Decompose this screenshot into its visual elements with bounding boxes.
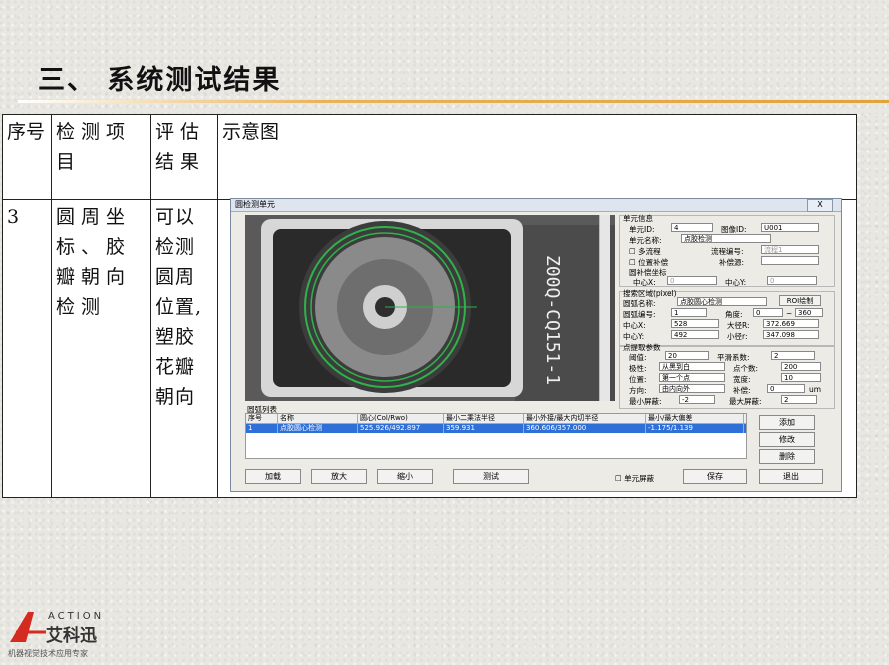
- edit-button[interactable]: 修改: [759, 432, 815, 447]
- col-min-max-radius: 最小外接/最大内切半径: [524, 414, 646, 423]
- col-deviation: 最小/最大偏差: [646, 414, 744, 423]
- comp-cx-label: 中心X:: [633, 278, 656, 287]
- polarity-select[interactable]: 从黑到白: [659, 362, 725, 371]
- offset-unit: um: [809, 385, 822, 394]
- exit-button[interactable]: 退出: [759, 469, 823, 484]
- title-divider: [18, 100, 889, 103]
- camera-image-view[interactable]: Z00Q-CQ151-1: [245, 215, 615, 401]
- arc-list[interactable]: 序号 名称 圆心(Col/Rwo) 最小二乘法半径 最小外接/最大内切半径 最小…: [245, 413, 747, 459]
- npoints-field[interactable]: 200: [781, 362, 821, 371]
- header-diagram: 示意图: [217, 114, 857, 200]
- camera-image: Z00Q-CQ151-1: [245, 215, 615, 401]
- zoom-in-button[interactable]: 放大: [311, 469, 367, 484]
- angle-to-field[interactable]: 360: [795, 308, 823, 317]
- arc-name-label: 圆弧名称:: [623, 299, 656, 308]
- add-button[interactable]: 添加: [759, 415, 815, 430]
- minmask-label: 最小屏蔽:: [629, 397, 662, 406]
- offset-field[interactable]: 0: [767, 384, 805, 393]
- position-label: 位置:: [629, 375, 647, 384]
- col-name: 名称: [278, 414, 358, 423]
- image-scrollbar[interactable]: [599, 215, 610, 401]
- width-label: 宽度:: [733, 375, 751, 384]
- angle-label: 角度:: [725, 310, 743, 319]
- svg-text:ACTION: ACTION: [48, 611, 104, 622]
- unit-name-label: 单元名称:: [629, 236, 662, 245]
- npoints-label: 点个数:: [733, 364, 759, 373]
- comp-cy-label: 中心Y:: [725, 278, 747, 287]
- maxmask-field[interactable]: 2: [781, 395, 817, 404]
- company-logo: ACTION 艾科迅 机器视觉技术应用专家: [6, 608, 131, 664]
- angle-from-field[interactable]: 0: [753, 308, 783, 317]
- load-button[interactable]: 加载: [245, 469, 301, 484]
- image-id-select[interactable]: U001: [761, 223, 819, 232]
- sensor-marking: Z00Q-CQ151-1: [542, 255, 563, 385]
- dialog-title: 圆检测单元: [235, 200, 275, 209]
- header-seq: 序号: [2, 114, 52, 200]
- rmin-field[interactable]: 347.098: [763, 330, 819, 339]
- offset-label: 补偿:: [733, 386, 751, 395]
- multi-flow-checkbox[interactable]: ☐ 多流程: [629, 246, 661, 257]
- rmin-label: 小径r:: [727, 332, 748, 341]
- dialog-titlebar: 圆检测单元 X: [231, 199, 841, 212]
- thresh-field[interactable]: 20: [665, 351, 709, 360]
- center-y-field[interactable]: 492: [671, 330, 719, 339]
- position-select[interactable]: 第一个点: [659, 373, 725, 382]
- thresh-label: 阈值:: [629, 353, 647, 362]
- delete-button[interactable]: 删除: [759, 449, 815, 464]
- comp-cx-field[interactable]: 0: [667, 276, 717, 285]
- col-center: 圆心(Col/Rwo): [358, 414, 444, 423]
- header-result: 评估结果: [150, 114, 218, 200]
- center-x-label: 中心X:: [623, 321, 646, 330]
- unit-id-label: 单元ID:: [629, 225, 655, 234]
- test-button[interactable]: 测试: [453, 469, 529, 484]
- minmask-field[interactable]: -2: [679, 395, 715, 404]
- comp-cy-field[interactable]: 0: [767, 276, 817, 285]
- logo-mark: ACTION 艾科迅 机器视觉技术应用专家: [8, 611, 104, 658]
- svg-text:机器视觉技术应用专家: 机器视觉技术应用专家: [8, 648, 88, 658]
- smooth-field[interactable]: 2: [771, 351, 815, 360]
- circle-detection-dialog: 圆检测单元 X Z00Q-CQ151-1 单元信息 单元ID: 4 图像ID: …: [230, 198, 842, 492]
- col-seq: 序号: [246, 414, 278, 423]
- unit-name-field[interactable]: 点胶检测: [681, 234, 771, 243]
- svg-text:艾科迅: 艾科迅: [46, 625, 97, 646]
- flow-no-label: 流程编号:: [711, 247, 744, 256]
- direction-select[interactable]: 由内向外: [659, 384, 725, 393]
- width-field[interactable]: 10: [781, 373, 821, 382]
- roi-draw-button[interactable]: ROI绘制: [779, 295, 821, 306]
- unit-mask-checkbox[interactable]: ☐ 单元屏蔽: [615, 473, 654, 484]
- comp-src-label: 补偿源:: [719, 258, 745, 267]
- center-y-label: 中心Y:: [623, 332, 645, 341]
- close-button[interactable]: X: [807, 199, 833, 212]
- zoom-out-button[interactable]: 缩小: [377, 469, 433, 484]
- table-header-row: 序号 检测项目 评估结果 示意图: [2, 114, 857, 200]
- arc-no-field[interactable]: 1: [671, 308, 707, 317]
- angle-separator: ~: [786, 309, 793, 318]
- cell-result: 可以检测圆周位置,塑胶花瓣朝向: [150, 199, 218, 498]
- rmax-label: 大径R:: [727, 321, 750, 330]
- arc-list-header: 序号 名称 圆心(Col/Rwo) 最小二乘法半径 最小外接/最大内切半径 最小…: [246, 414, 746, 424]
- save-button[interactable]: 保存: [683, 469, 747, 484]
- flow-no-select[interactable]: 流程1: [761, 245, 819, 254]
- header-item: 检测项目: [51, 114, 151, 200]
- col-lsq-radius: 最小二乘法半径: [444, 414, 524, 423]
- cell-seq: 3: [2, 199, 52, 498]
- page-title: 三、 系统测试结果: [38, 65, 282, 96]
- direction-label: 方向:: [629, 386, 647, 395]
- comp-src-select[interactable]: [761, 256, 819, 265]
- rmax-field[interactable]: 372.669: [763, 319, 819, 328]
- arc-name-field[interactable]: 点胶圆心检测: [677, 297, 767, 306]
- center-x-field[interactable]: 528: [671, 319, 719, 328]
- unit-info-label: 单元信息: [623, 214, 653, 223]
- maxmask-label: 最大屏蔽:: [729, 397, 762, 406]
- unit-id-field[interactable]: 4: [671, 223, 713, 232]
- list-item[interactable]: 1 点胶圆心检测 525.926/492.897 359.931 360.606…: [246, 424, 746, 433]
- polarity-label: 极性:: [629, 364, 647, 373]
- arc-no-label: 圆弧编号:: [623, 310, 656, 319]
- cell-item: 圆周坐标、胶瓣朝向检测: [51, 199, 151, 498]
